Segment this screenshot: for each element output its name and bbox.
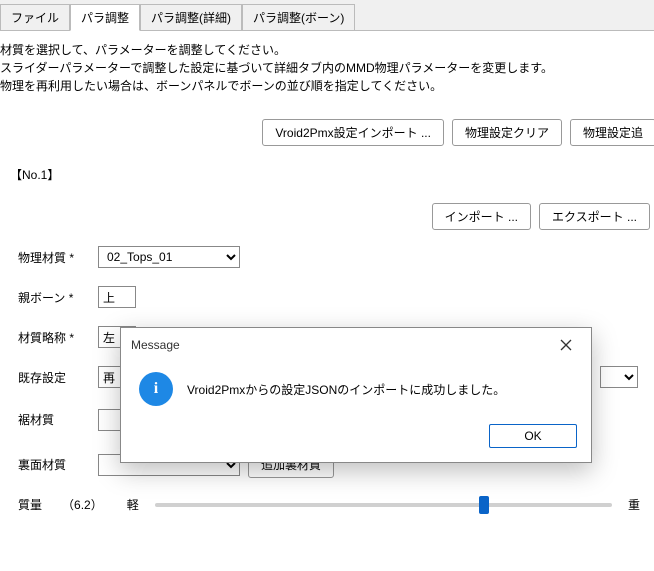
instruction-line: スライダーパラメーターで調整した設定に基づいて詳細タブ内のMMD物理パラメーター… [0,59,646,77]
hem-material-label: 裾材質 [18,411,90,428]
dialog-title: Message [131,338,180,352]
dialog-message: Vroid2Pmxからの設定JSONのインポートに成功しました。 [187,381,505,398]
close-icon [560,339,572,351]
existing-setting-label: 既存設定 [18,369,90,386]
section-export-button[interactable]: エクスポート ... [539,203,650,230]
parent-bone-label: 親ボーン * [18,289,90,306]
instructions: 材質を選択して、パラメーターを調整してください。 スライダーパラメーターで調整し… [0,41,646,95]
physics-material-label: 物理材質 * [18,249,90,266]
material-abbr-label: 材質略称 * [18,329,90,346]
instruction-line: 物理を再利用したい場合は、ボーンパネルでボーンの並び順を指定してください。 [0,77,646,95]
tab-param[interactable]: パラ調整 [70,4,140,31]
content-pane: 材質を選択して、パラメーターを調整してください。 スライダーパラメーターで調整し… [0,30,654,571]
vroid-import-button[interactable]: Vroid2Pmx設定インポート ... [262,119,444,146]
parent-bone-input[interactable] [98,286,136,308]
instruction-line: 材質を選択して、パラメーターを調整してください。 [0,41,646,59]
section-io-row: インポート ... エクスポート ... [0,203,650,230]
message-dialog: Message i Vroid2Pmxからの設定JSONのインポートに成功しまし… [120,327,592,463]
tab-file[interactable]: ファイル [0,4,70,31]
section-number: 【No.1】 [10,166,646,183]
tab-param-detail[interactable]: パラ調整(詳細) [140,4,242,31]
back-material-label: 裏面材質 [18,456,90,473]
tab-bar: ファイル パラ調整 パラ調整(詳細) パラ調整(ボーン) [0,0,654,31]
existing-trailing-select[interactable] [600,366,638,388]
mass-label: 質量 [18,496,42,513]
mass-min-label: 軽 [127,496,139,513]
section-import-button[interactable]: インポート ... [432,203,531,230]
mass-max-label: 重 [628,496,640,513]
global-toolbar: Vroid2Pmx設定インポート ... 物理設定クリア 物理設定追 [0,119,654,146]
mass-slider-thumb[interactable] [479,496,489,514]
mass-value: （6.2） [62,496,103,513]
info-icon: i [139,372,173,406]
dialog-close-button[interactable] [549,334,583,356]
dialog-ok-button[interactable]: OK [489,424,577,448]
tab-param-bone[interactable]: パラ調整(ボーン) [242,4,355,31]
physics-setting-button[interactable]: 物理設定追 [570,119,654,146]
physics-clear-button[interactable]: 物理設定クリア [452,119,562,146]
mass-slider[interactable] [155,503,612,507]
physics-material-select[interactable]: 02_Tops_01 [98,246,240,268]
